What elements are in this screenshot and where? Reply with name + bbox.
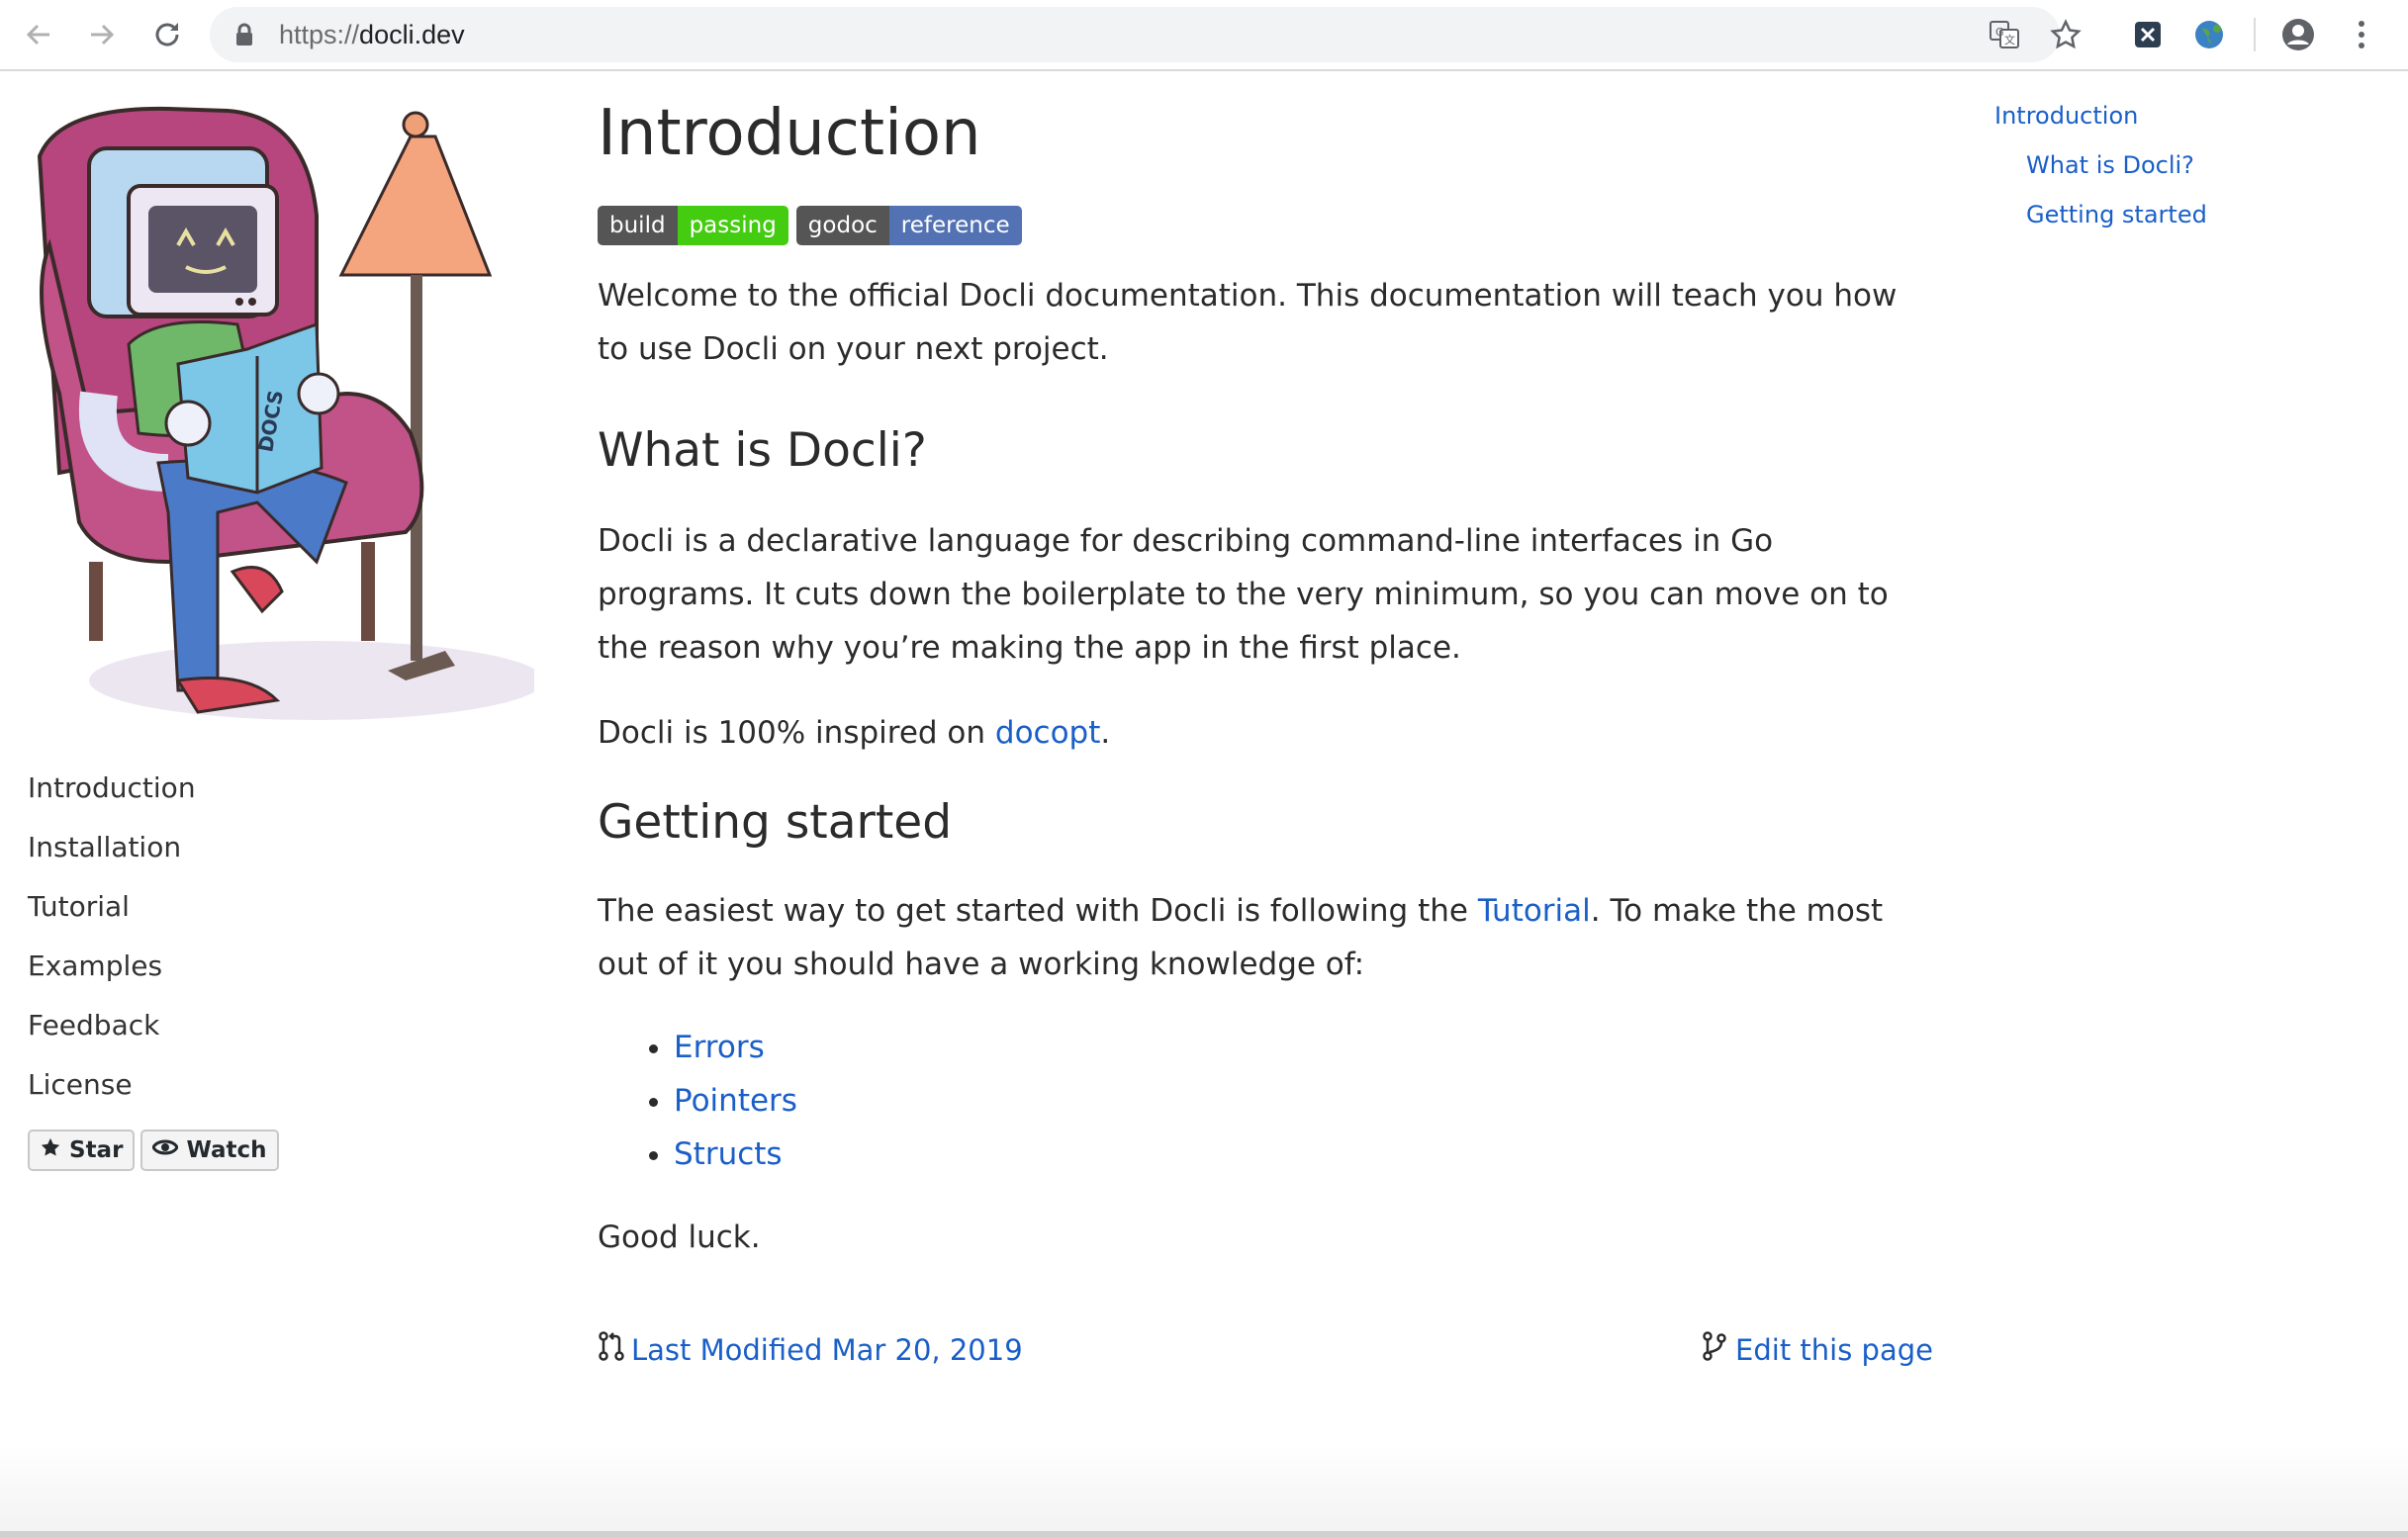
docopt-link[interactable]: docopt [995, 715, 1101, 751]
translate-icon[interactable]: G文 [1989, 19, 2020, 54]
window-bottom-shadow [0, 1444, 2408, 1537]
address-bar[interactable]: https://docli.dev G文 [210, 7, 2082, 62]
sidebar-item-feedback[interactable]: Feedback [28, 1004, 196, 1063]
table-of-contents: Introduction What is Docli? Getting star… [1994, 97, 2207, 245]
welcome-paragraph: Welcome to the official Docli documentat… [598, 278, 1898, 367]
sidebar-item-introduction[interactable]: Introduction [28, 767, 196, 826]
sidebar-item-tutorial[interactable]: Tutorial [28, 885, 196, 945]
svg-text:G: G [1995, 26, 2004, 39]
sidebar-item-license[interactable]: License [28, 1063, 196, 1123]
watch-label: Watch [186, 1137, 267, 1163]
getting-started-paragraph: The easiest way to get started with Docl… [598, 884, 1933, 991]
url-scheme: https:// [279, 20, 360, 49]
toolbar-separator [2254, 18, 2256, 51]
main-content: Introduction build passing godoc referen… [598, 89, 1933, 1264]
build-badge-label: build [598, 206, 678, 245]
godoc-badge-label: godoc [795, 206, 889, 245]
toc-item-introduction[interactable]: Introduction [1994, 97, 2207, 146]
topics-list: Errors Pointers Structs [598, 1021, 1933, 1181]
list-item: Pointers [674, 1074, 1933, 1128]
extension-x-icon[interactable] [2125, 12, 2171, 57]
toc-item-getting-started[interactable]: Getting started [1994, 196, 2207, 245]
profile-icon[interactable] [2275, 12, 2321, 57]
tutorial-link[interactable]: Tutorial [1478, 893, 1591, 929]
page-title: Introduction [598, 97, 981, 170]
window-bottom-edge [0, 1531, 2408, 1537]
godoc-badge[interactable]: godoc reference [795, 206, 1022, 245]
badge-row: build passing godoc reference [598, 206, 1933, 245]
edit-page-link[interactable]: Edit this page [1735, 1333, 1933, 1367]
what-is-docli-paragraph: Docli is a declarative language for desc… [598, 523, 1889, 666]
inspired-paragraph: Docli is 100% inspired on docopt. [598, 706, 1933, 760]
docli-mascot-illustration: DOCS [20, 97, 544, 750]
star-label: Star [69, 1137, 124, 1163]
svg-text:文: 文 [2004, 33, 2015, 46]
sidebar-nav: Introduction Installation Tutorial Examp… [28, 767, 196, 1123]
extension-globe-icon[interactable] [2186, 12, 2232, 57]
godoc-badge-status: reference [888, 206, 1022, 245]
back-icon[interactable] [16, 12, 61, 57]
build-badge-status: passing [677, 206, 788, 245]
list-item: Structs [674, 1128, 1933, 1181]
forward-icon[interactable] [79, 12, 125, 57]
url-host: docli.dev [359, 20, 465, 49]
sidebar-item-examples[interactable]: Examples [28, 945, 196, 1004]
git-pull-request-icon [598, 1330, 625, 1369]
what-is-docli-heading: What is Docli? [598, 423, 927, 478]
git-branch-icon [1702, 1330, 1727, 1369]
url-text: https://docli.dev [279, 7, 465, 62]
started-prefix: The easiest way to get started with Docl… [598, 893, 1478, 929]
bookmark-star-icon[interactable] [2050, 19, 2082, 54]
pointers-link[interactable]: Pointers [674, 1083, 797, 1119]
last-modified-link[interactable]: Last Modified Mar 20, 2019 [631, 1333, 1023, 1367]
page-footer: Last Modified Mar 20, 2019 Edit this pag… [598, 1330, 1933, 1374]
lock-icon [235, 23, 253, 50]
browser-toolbar: https://docli.dev G文 [0, 0, 2408, 71]
build-badge[interactable]: build passing [598, 206, 788, 245]
edit-page: Edit this page [1702, 1330, 1933, 1369]
star-icon [40, 1136, 61, 1164]
menu-icon[interactable] [2339, 12, 2384, 57]
getting-started-heading: Getting started [598, 795, 953, 850]
last-modified: Last Modified Mar 20, 2019 [598, 1330, 1023, 1369]
list-item: Errors [674, 1021, 1933, 1074]
github-buttons: Star Watch [28, 1130, 279, 1171]
toc-item-what-is-docli[interactable]: What is Docli? [1994, 146, 2207, 196]
inspired-suffix: . [1100, 715, 1111, 751]
sidebar-item-installation[interactable]: Installation [28, 826, 196, 885]
structs-link[interactable]: Structs [674, 1136, 783, 1172]
inspired-prefix: Docli is 100% inspired on [598, 715, 995, 751]
reload-icon[interactable] [144, 12, 190, 57]
eye-icon [151, 1136, 180, 1164]
github-star-button[interactable]: Star [28, 1130, 136, 1171]
errors-link[interactable]: Errors [674, 1030, 765, 1065]
github-watch-button[interactable]: Watch [140, 1130, 279, 1171]
good-luck-text: Good luck. [598, 1220, 761, 1255]
